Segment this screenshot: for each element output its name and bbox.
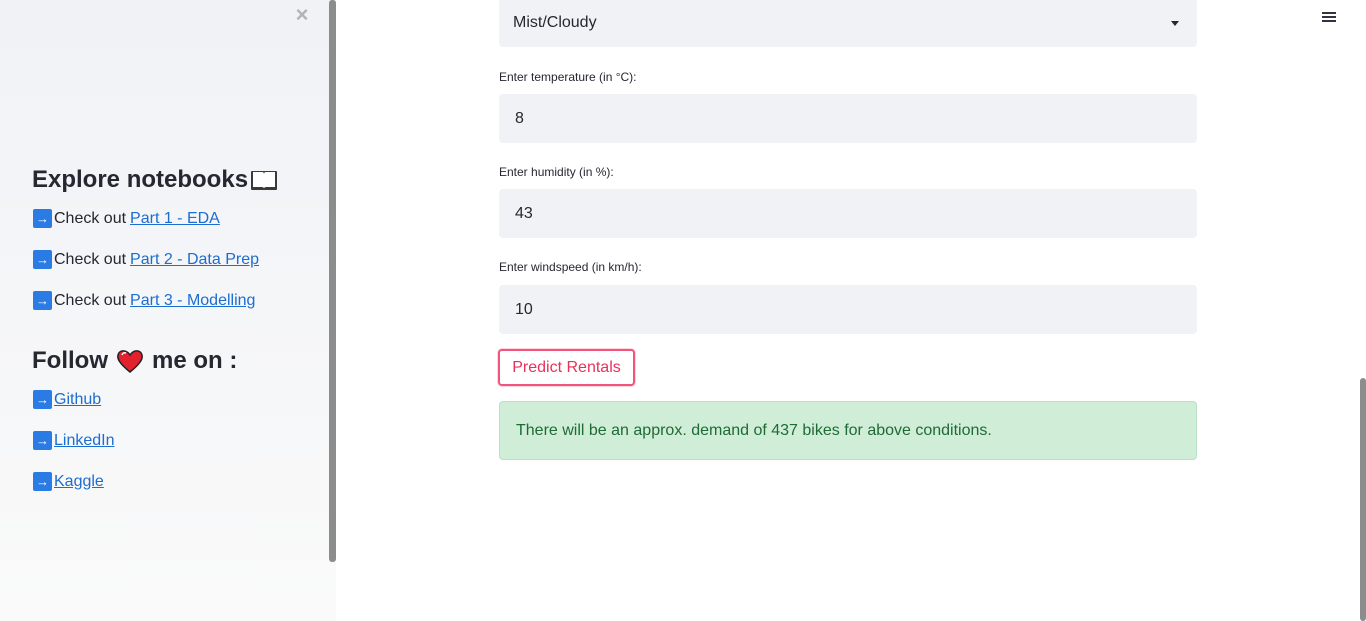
right-arrow-icon: →	[33, 250, 52, 269]
social-item-github: → Github	[33, 390, 101, 409]
prediction-result-text: There will be an approx. demand of 437 b…	[516, 422, 992, 439]
part-1-eda-link[interactable]: Part 1 - EDA	[130, 210, 220, 228]
close-icon[interactable]: ×	[293, 4, 311, 26]
linkedin-link[interactable]: LinkedIn	[54, 432, 115, 450]
part-3-modelling-link[interactable]: Part 3 - Modelling	[130, 292, 255, 310]
temperature-input[interactable]	[499, 94, 1197, 143]
right-arrow-icon: →	[33, 209, 52, 228]
open-book-icon	[251, 171, 278, 190]
heart-icon	[117, 350, 143, 373]
right-arrow-icon: →	[33, 472, 52, 491]
follow-heading-post: me on :	[151, 347, 238, 374]
notebook-item-3: → Check out Part 3 - Modelling	[33, 291, 255, 310]
right-arrow-icon: →	[33, 390, 52, 409]
weather-select-value: Mist/Cloudy	[513, 14, 597, 31]
notebook-prefix: Check out	[54, 250, 127, 268]
notebook-item-2: → Check out Part 2 - Data Prep	[33, 250, 259, 269]
kaggle-link[interactable]: Kaggle	[54, 473, 104, 491]
social-item-kaggle: → Kaggle	[33, 472, 104, 491]
right-arrow-icon: →	[33, 291, 52, 310]
windspeed-label: Enter windspeed (in km/h):	[499, 260, 642, 274]
notebook-item-1: → Check out Part 1 - EDA	[33, 209, 220, 228]
notebook-prefix: Check out	[54, 291, 127, 309]
temperature-label: Enter temperature (in °C):	[499, 70, 637, 84]
social-item-linkedin: → LinkedIn	[33, 431, 115, 450]
windspeed-input[interactable]	[499, 285, 1197, 334]
github-link[interactable]: Github	[54, 391, 101, 409]
chevron-down-icon	[1171, 21, 1179, 26]
follow-heading: Follow me on :	[32, 347, 237, 375]
main-scrollbar[interactable]	[1360, 378, 1366, 621]
notebook-prefix: Check out	[54, 209, 127, 227]
follow-heading-pre: Follow	[32, 347, 108, 374]
right-arrow-icon: →	[33, 431, 52, 450]
predict-rentals-button[interactable]: Predict Rentals	[498, 349, 635, 386]
explore-notebooks-heading: Explore notebooks	[32, 166, 278, 194]
part-2-data-prep-link[interactable]: Part 2 - Data Prep	[130, 251, 259, 269]
humidity-label: Enter humidity (in %):	[499, 165, 614, 179]
sidebar-scrollbar[interactable]	[329, 0, 336, 562]
hamburger-menu-icon[interactable]	[1322, 10, 1338, 24]
weather-select[interactable]: Mist/Cloudy	[499, 0, 1197, 47]
humidity-input[interactable]	[499, 189, 1197, 238]
prediction-result-alert: There will be an approx. demand of 437 b…	[499, 401, 1197, 460]
sidebar: × Explore notebooks → Check out Part 1 -…	[0, 0, 336, 621]
explore-heading-text: Explore notebooks	[32, 166, 249, 193]
